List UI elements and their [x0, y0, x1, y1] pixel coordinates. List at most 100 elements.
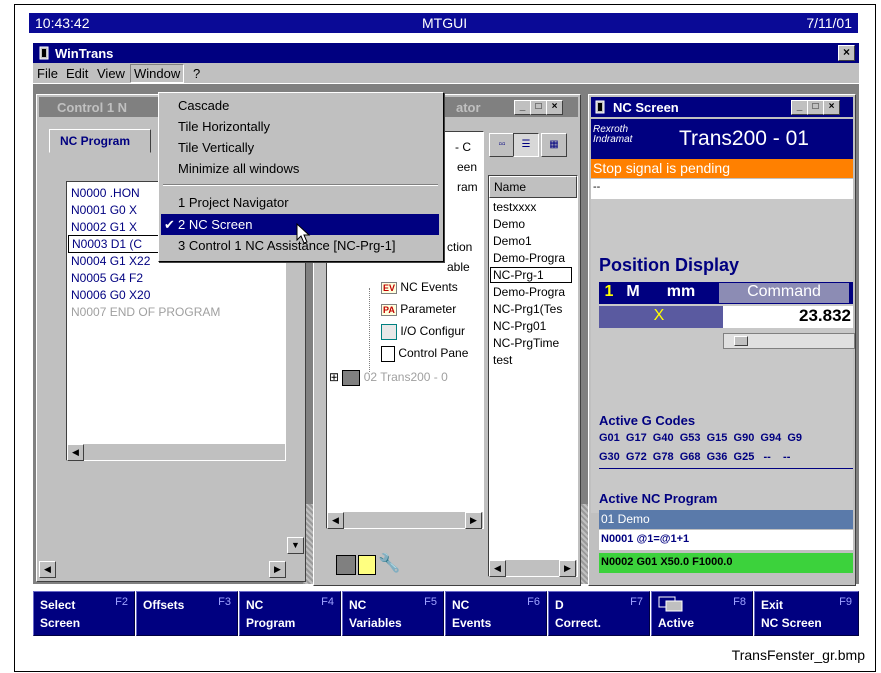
tree-item-control-panel[interactable]: Control Pane: [381, 346, 468, 362]
f9-exit-nc-screen-button[interactable]: Exit NC Screen F9: [754, 591, 859, 636]
system-title: MTGUI: [422, 15, 468, 31]
menu-item-minimize-all[interactable]: Minimize all windows: [161, 158, 439, 179]
brand-logo: Rexroth Indramat: [593, 125, 632, 145]
tree-item-label: I/O Configur: [400, 324, 466, 339]
list-item[interactable]: N0002 G1 X: [71, 220, 137, 234]
tab-nc-program[interactable]: NC Program: [49, 129, 151, 153]
scroll-right-icon[interactable]: ▶: [465, 512, 482, 529]
list-item[interactable]: test: [493, 353, 512, 367]
axis-name: X: [653, 307, 665, 324]
control-window-title: Control 1 N: [57, 100, 128, 115]
f6-nc-events-button[interactable]: NC Events F6: [445, 591, 547, 636]
fkey-label-2: Active: [658, 616, 695, 630]
tree-item-trans200[interactable]: ⊞ 02 Trans200 - 0: [329, 370, 448, 386]
list-item[interactable]: N0000 .HON: [71, 186, 140, 200]
app-title: WinTrans: [55, 46, 114, 61]
clock: 10:43:42: [35, 15, 90, 31]
gcodes-row-2: G30 G72 G78 G68 G36 G25 -- --: [599, 451, 853, 469]
fkey-number: F5: [424, 596, 437, 608]
list-item[interactable]: NC-Prg1(Tes: [493, 302, 562, 316]
fkey-label-1: D: [555, 598, 564, 612]
menu-item-cascade[interactable]: Cascade: [161, 95, 439, 116]
tree-hscrollbar[interactable]: ◀ ▶: [327, 512, 483, 529]
nc-header: Rexroth Indramat Trans200 - 01: [591, 119, 853, 159]
menu-view[interactable]: View: [97, 66, 125, 81]
scroll-left-icon[interactable]: ◀: [67, 444, 84, 461]
list-item[interactable]: Demo-Progra: [493, 285, 565, 299]
close-icon[interactable]: ×: [546, 100, 563, 115]
menu-item-label: Cascade: [178, 98, 230, 113]
list-item[interactable]: Demo1: [493, 234, 532, 248]
details-view-icon[interactable]: ▦: [541, 133, 567, 157]
minimize-icon[interactable]: _: [514, 100, 531, 115]
menu-window[interactable]: Window: [130, 64, 185, 83]
tree-item-label: NC Events: [400, 280, 458, 294]
tree-item-parameter[interactable]: PA Parameter: [381, 302, 456, 316]
program-list[interactable]: Name testxxxx Demo Demo1 Demo-Progra NC-…: [488, 175, 578, 577]
tree-item-nc-events[interactable]: EV NC Events: [381, 280, 458, 294]
close-icon[interactable]: ×: [823, 100, 840, 115]
fkey-number: F3: [218, 596, 231, 608]
menu-item-tile-vertically[interactable]: Tile Vertically: [161, 137, 439, 158]
date: 7/11/01: [806, 15, 852, 31]
tree-line: [369, 288, 371, 372]
f4-nc-program-button[interactable]: NC Program F4: [239, 591, 341, 636]
list-item[interactable]: NC-Prg01: [493, 319, 546, 333]
menu-item-label: Minimize all windows: [178, 161, 300, 176]
fkey-number: F8: [733, 596, 746, 608]
slider-thumb[interactable]: [734, 336, 748, 346]
scroll-down-icon[interactable]: ▼: [287, 537, 304, 554]
position-slider[interactable]: [723, 333, 855, 349]
f3-offsets-button[interactable]: Offsets F3: [136, 591, 238, 636]
f5-nc-variables-button[interactable]: NC Variables F5: [342, 591, 444, 636]
list-item[interactable]: N0004 G1 X22: [71, 254, 150, 268]
f2-select-screen-button[interactable]: Select Screen F2: [33, 591, 135, 636]
scroll-left-icon[interactable]: ◀: [327, 512, 344, 529]
scroll-right-icon[interactable]: ▶: [269, 561, 286, 578]
fkey-label-1: NC: [246, 598, 264, 612]
horizontal-scrollbar[interactable]: ◀: [67, 444, 285, 461]
events-icon: EV: [381, 282, 398, 294]
tree-item-label: 02 Trans200 - 0: [363, 370, 448, 385]
position-display-heading: Position Display: [599, 255, 740, 275]
list-item[interactable]: NC-PrgTime: [493, 336, 559, 350]
column-header-name[interactable]: Name: [489, 176, 577, 198]
list-item-selected[interactable]: NC-Prg-1: [490, 267, 572, 283]
menu-file[interactable]: File: [37, 66, 58, 81]
expand-icon[interactable]: ⊞: [329, 370, 339, 384]
fkey-label-1: Offsets: [143, 598, 185, 612]
maximize-icon[interactable]: □: [807, 100, 824, 115]
list-item[interactable]: N0005 G4 F2: [71, 271, 143, 285]
scroll-left-icon[interactable]: ◀: [39, 561, 56, 578]
tree-item-io-config[interactable]: I/O Configur: [381, 324, 465, 340]
list-item[interactable]: Demo: [493, 217, 525, 231]
maximize-icon[interactable]: □: [530, 100, 547, 115]
channel-number: 1: [604, 283, 614, 300]
menu-help[interactable]: ?: [193, 66, 200, 81]
f7-d-correct-button[interactable]: D Correct. F7: [548, 591, 650, 636]
list-item[interactable]: N0006 G0 X20: [71, 288, 150, 302]
list-item[interactable]: N0001 G0 X: [71, 203, 137, 217]
list-item[interactable]: testxxxx: [493, 200, 536, 214]
wrench-icon[interactable]: 🔧: [378, 553, 400, 573]
f8-active-button[interactable]: Active F8: [651, 591, 753, 636]
list-item[interactable]: N0007 END OF PROGRAM: [71, 305, 220, 319]
minimize-icon[interactable]: _: [791, 100, 808, 115]
scroll-left-icon[interactable]: ◀: [489, 560, 506, 577]
scroll-right-icon[interactable]: ▶: [559, 560, 576, 577]
app-close-button[interactable]: ×: [838, 45, 855, 61]
coordinate-system: M: [626, 283, 640, 300]
fkey-number: F2: [115, 596, 128, 608]
list-hscrollbar[interactable]: ◀ ▶: [489, 560, 577, 577]
fkey-label-2: Program: [246, 616, 296, 630]
bottom-scrollbar[interactable]: ◀ ▶: [39, 561, 286, 578]
document-icon[interactable]: [358, 555, 376, 575]
nc-screen-titlebar[interactable]: NC Screen _ □ ×: [591, 97, 853, 117]
list-item[interactable]: Demo-Progra: [493, 251, 565, 265]
list-view-icon[interactable]: ☰: [513, 133, 539, 157]
network-icon[interactable]: [336, 555, 356, 575]
menu-item-tile-horizontally[interactable]: Tile Horizontally: [161, 116, 439, 137]
menu-edit[interactable]: Edit: [66, 66, 88, 81]
small-icons-view-icon[interactable]: ▫▫: [489, 133, 515, 157]
menu-item-project-navigator[interactable]: 1 Project Navigator: [161, 192, 439, 213]
